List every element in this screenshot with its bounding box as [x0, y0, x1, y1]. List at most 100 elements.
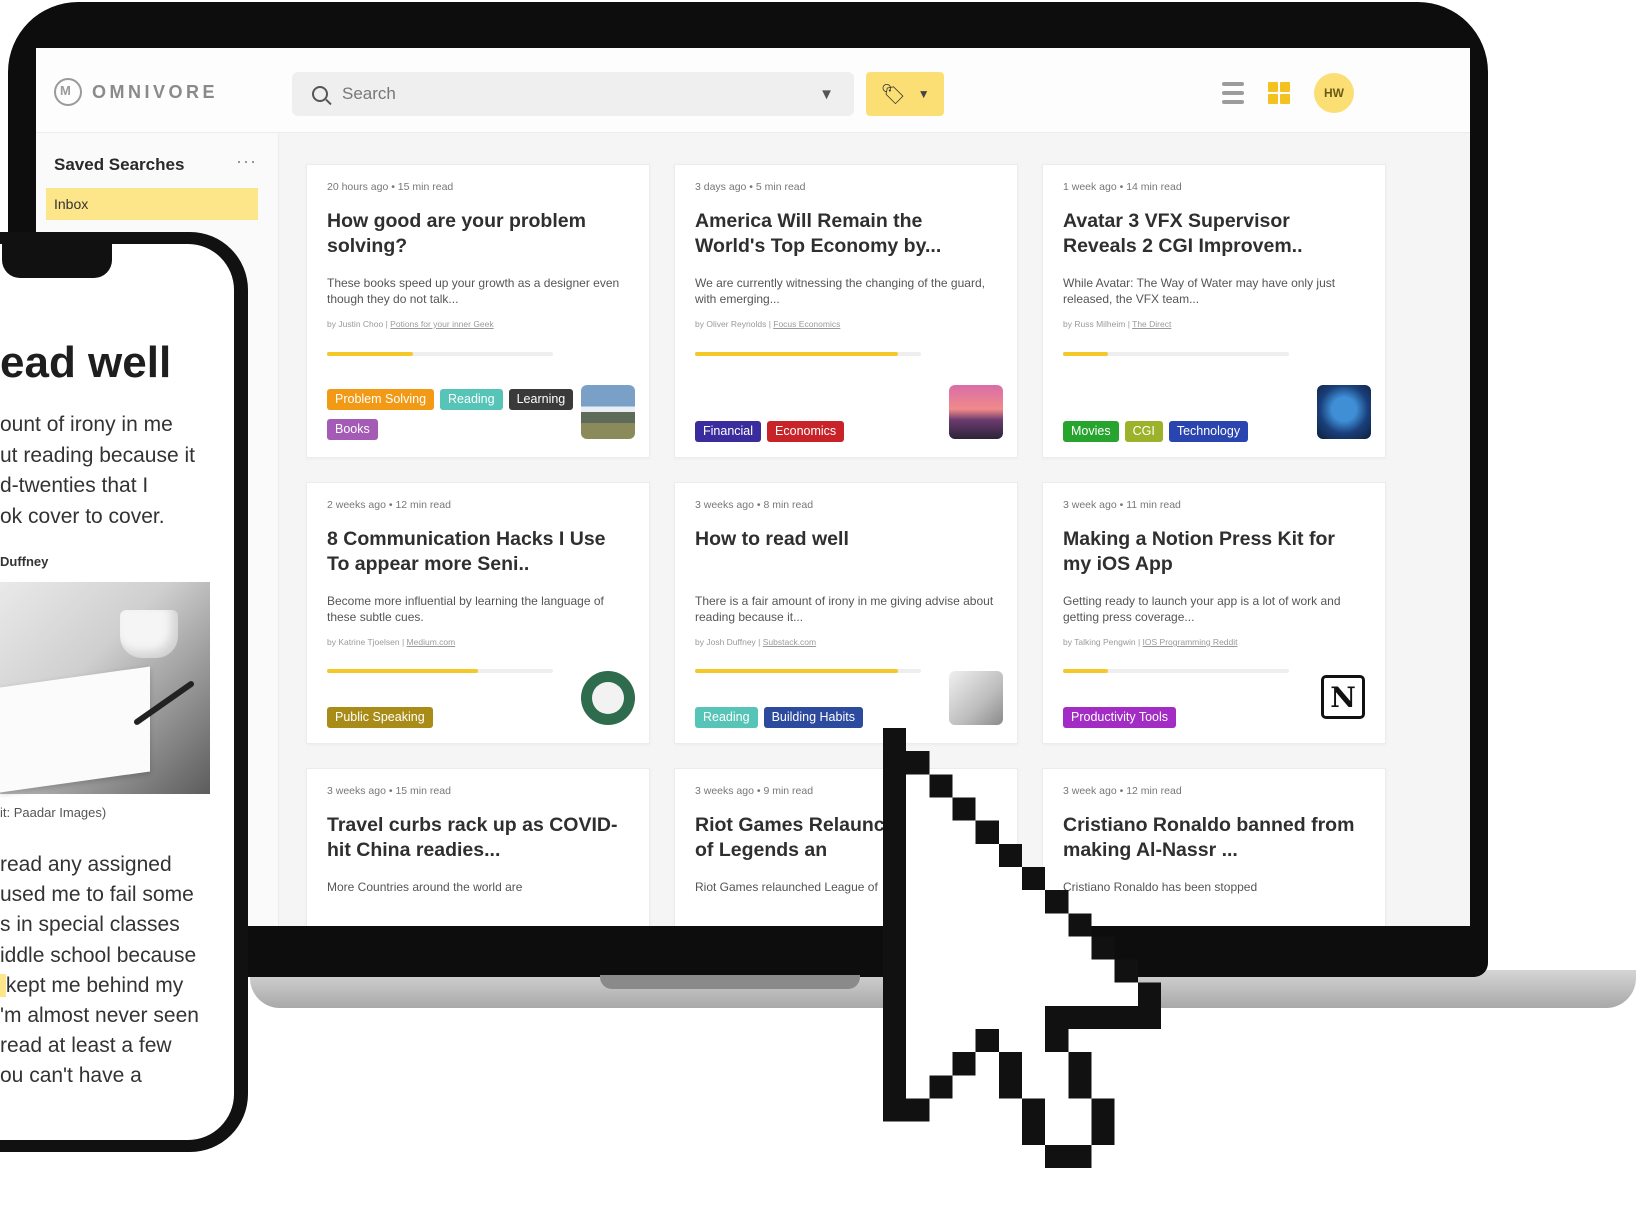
card-description: More Countries around the world are — [327, 880, 523, 894]
card-source-link[interactable]: Substack.com — [763, 637, 816, 647]
avatar[interactable]: HW — [1314, 73, 1354, 113]
article-body-line: s in special classes — [0, 913, 180, 937]
article-body-line: read any assigned — [0, 853, 172, 876]
card-description: Getting ready to launch your app is a lo… — [1063, 594, 1341, 624]
article-card[interactable]: 2 weeks ago • 12 min read 8 Communication… — [306, 482, 650, 744]
search-input[interactable]: Search — [342, 84, 819, 104]
logo[interactable]: OMNIVORE — [54, 78, 218, 106]
sidebar-item-inbox[interactable]: Inbox — [46, 188, 258, 220]
grid-view-icon[interactable] — [1268, 82, 1290, 104]
avatar-face-thumbnail — [1317, 385, 1371, 439]
card-description: While Avatar: The Way of Water may have … — [1063, 276, 1336, 306]
card-source-link[interactable]: The Direct — [1132, 319, 1171, 329]
card-author: by Katrine Tjoelsen | — [327, 637, 407, 647]
card-title[interactable]: Making a Notion Press Kit for my iOS App — [1063, 527, 1363, 577]
label-chip[interactable]: Reading — [695, 707, 758, 728]
image-caption: it: Paadar Images) — [0, 805, 107, 820]
card-source-link[interactable]: Focus Economics — [773, 319, 840, 329]
reading-progress-fill — [695, 669, 899, 673]
card-meta: 3 days ago • 5 min read — [695, 181, 806, 193]
card-title[interactable]: How to read well — [695, 527, 995, 552]
card-description: There is a fair amount of irony in me gi… — [695, 594, 994, 624]
reading-progress-fill — [695, 352, 899, 356]
article-card[interactable]: 3 days ago • 5 min read America Will Rema… — [674, 164, 1018, 458]
highlight-marker[interactable] — [0, 973, 6, 997]
label-chip[interactable]: Learning — [508, 389, 574, 410]
reading-progress-fill — [1063, 669, 1109, 673]
article-card[interactable]: 1 week ago • 14 min read Avatar 3 VFX Sup… — [1042, 164, 1386, 458]
tag-icon: 🏷︎ — [880, 83, 906, 106]
article-body-line: used me to fail some — [0, 883, 194, 907]
card-labels: Movies CGI Technology — [1063, 421, 1323, 442]
label-chip[interactable]: Economics — [767, 421, 845, 442]
card-title[interactable]: America Will Remain the World's Top Econ… — [695, 209, 995, 259]
reading-progress-bar — [327, 669, 553, 673]
notion-icon: N — [1321, 675, 1365, 719]
label-chip[interactable]: CGI — [1124, 421, 1163, 442]
reading-progress-fill — [1063, 352, 1109, 356]
article-author: Duffney — [0, 554, 49, 569]
label-chip[interactable]: Productivity Tools — [1063, 707, 1177, 728]
search-dropdown-icon[interactable]: ▼ — [819, 86, 834, 103]
article-card[interactable]: 3 weeks ago • 15 min read Travel curbs ra… — [306, 768, 650, 926]
label-chip[interactable]: Financial — [695, 421, 762, 442]
card-meta: 3 week ago • 11 min read — [1063, 499, 1181, 511]
reading-progress-bar — [1063, 352, 1289, 356]
article-card[interactable]: 3 week ago • 11 min read Making a Notion … — [1042, 482, 1386, 744]
card-meta: 20 hours ago • 15 min read — [327, 181, 454, 193]
saved-searches-title: Saved Searches — [54, 155, 185, 174]
card-byline: by Josh Duffney | Substack.com — [695, 637, 816, 647]
logo-text: OMNIVORE — [92, 81, 219, 102]
card-author: by Josh Duffney | — [695, 637, 763, 647]
top-bar: OMNIVORE Search ▼ 🏷︎ ▼ HW — [36, 48, 1470, 133]
more-options-icon[interactable]: ··· — [236, 151, 257, 172]
article-body-line: ou can't have a — [0, 1064, 142, 1088]
card-source-link[interactable]: Medium.com — [407, 637, 456, 647]
label-chip[interactable]: Public Speaking — [327, 707, 433, 728]
card-source-link[interactable]: Potions for your inner Geek — [390, 319, 493, 329]
card-byline: by Talking Pengwin | IOS Programming Red… — [1063, 637, 1238, 647]
card-labels: Reading Building Habits — [695, 707, 955, 728]
article-intro: ount of irony in me ut reading because i… — [0, 413, 195, 528]
search-bar[interactable]: Search ▼ — [292, 72, 854, 116]
label-chip[interactable]: Reading — [440, 389, 503, 410]
label-chip[interactable]: Building Habits — [763, 707, 863, 728]
reading-progress-fill — [327, 669, 479, 673]
card-meta: 3 weeks ago • 8 min read — [695, 499, 814, 511]
phone-notch — [2, 244, 112, 278]
label-chip[interactable]: Technology — [1168, 421, 1249, 442]
label-filter-button[interactable]: 🏷︎ ▼ — [866, 72, 944, 116]
article-title: ead well — [0, 338, 172, 387]
card-title[interactable]: How good are your problem solving? — [327, 209, 627, 259]
chevron-down-icon: ▼ — [917, 87, 930, 101]
open-book-thumbnail — [949, 671, 1003, 725]
laptop-hinge — [600, 975, 860, 989]
card-title[interactable]: Travel curbs rack up as COVID-hit China … — [327, 813, 627, 863]
card-labels: Financial Economics — [695, 421, 955, 442]
card-byline: by Oliver Reynolds | Focus Economics — [695, 319, 840, 329]
article-card[interactable]: 3 weeks ago • 8 min read How to read well… — [674, 482, 1018, 744]
card-author: by Oliver Reynolds | — [695, 319, 774, 329]
card-description: We are currently witnessing the changing… — [695, 276, 985, 306]
card-title[interactable]: 8 Communication Hacks I Use To appear mo… — [327, 527, 627, 577]
card-meta: 3 weeks ago • 15 min read — [327, 785, 451, 797]
label-chip[interactable]: Problem Solving — [327, 389, 435, 410]
article-body-line: read at least a few — [0, 1034, 172, 1058]
card-author: by Talking Pengwin | — [1063, 637, 1143, 647]
card-source-link[interactable]: IOS Programming Reddit — [1143, 637, 1238, 647]
card-meta: 1 week ago • 14 min read — [1063, 181, 1182, 193]
people-talking-thumbnail — [581, 671, 635, 725]
article-body: read any assigned used me to fail some s i… — [0, 850, 234, 1092]
coffee-cup-image — [120, 610, 178, 658]
card-author: by Justin Choo | — [327, 319, 391, 329]
card-labels: Public Speaking — [327, 707, 587, 728]
label-chip[interactable]: Movies — [1063, 421, 1119, 442]
reading-progress-bar — [1063, 669, 1289, 673]
card-byline: by Russ Milheim | The Direct — [1063, 319, 1171, 329]
label-chip[interactable]: Books — [327, 419, 378, 440]
reading-progress-fill — [327, 352, 413, 356]
card-description: Become more influential by learning the … — [327, 594, 604, 624]
article-card[interactable]: 20 hours ago • 15 min read How good are y… — [306, 164, 650, 458]
list-view-icon[interactable] — [1222, 82, 1244, 104]
card-title[interactable]: Avatar 3 VFX Supervisor Reveals 2 CGI Im… — [1063, 209, 1363, 259]
